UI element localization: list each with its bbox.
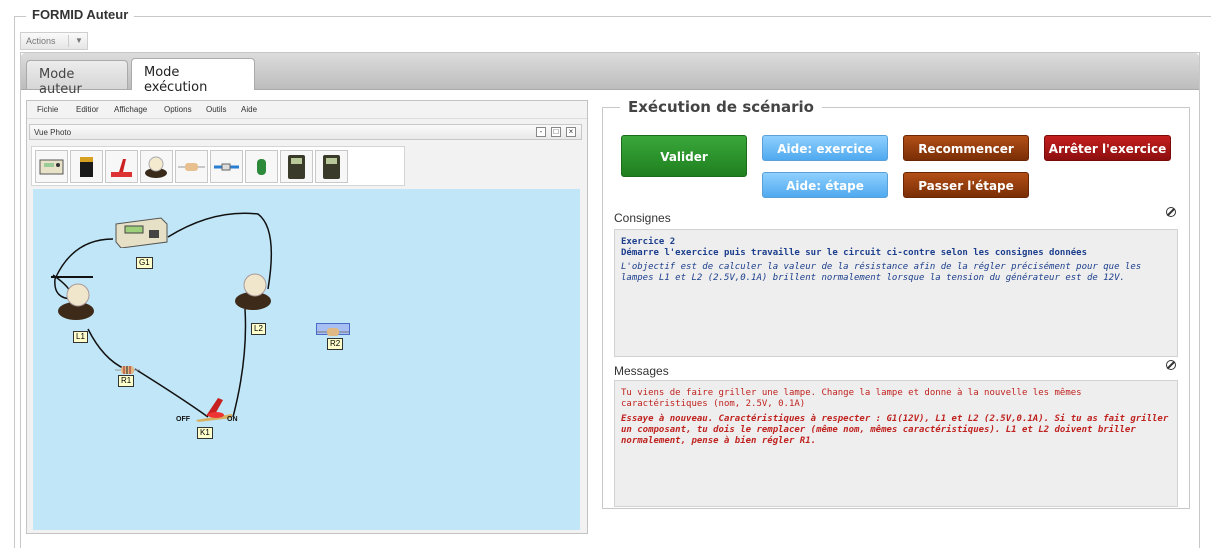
- switch-off-label: OFF: [176, 416, 190, 423]
- consignes-label: Consignes: [614, 211, 671, 225]
- palette-multimeter[interactable]: [280, 150, 313, 183]
- palette-resistor[interactable]: [175, 150, 208, 183]
- valider-button[interactable]: Valider: [621, 135, 747, 177]
- resistor-icon: [115, 366, 140, 374]
- consignes-body: L'objectif est de calculer la valeur de …: [621, 262, 1142, 283]
- chevron-down-icon: ▼: [75, 36, 83, 45]
- switch-on-label: ON: [227, 416, 238, 423]
- palette-lamp[interactable]: [140, 150, 173, 183]
- clear-icon[interactable]: [1166, 207, 1176, 217]
- message-line: Tu viens de faire griller une lampe. Cha…: [621, 388, 1082, 409]
- circuit-canvas[interactable]: G1 L1 L2 R1 R2 OFF ON K1: [33, 189, 580, 530]
- messages-box: Tu viens de faire griller une lampe. Cha…: [614, 380, 1178, 507]
- view-header: Vue Photo - □ ×: [29, 124, 582, 140]
- minimize-icon[interactable]: -: [536, 127, 546, 137]
- label-r2: R2: [327, 338, 344, 350]
- consignes-subtitle: Démarre l'exercice puis travaille sur le…: [621, 248, 1087, 258]
- app-title: FORMID Auteur: [26, 7, 135, 22]
- menu-fichier[interactable]: Fichie: [37, 105, 58, 114]
- recommencer-button[interactable]: Recommencer: [903, 135, 1029, 161]
- menu-editior[interactable]: Editior: [76, 105, 99, 114]
- actions-dropdown[interactable]: Actions ▼: [20, 32, 88, 50]
- generator-icon: [115, 217, 168, 249]
- menu-outils[interactable]: Outils: [206, 105, 226, 114]
- switch-icon: [111, 159, 132, 177]
- generator-g1[interactable]: [113, 216, 168, 249]
- lamp-l2[interactable]: [233, 271, 273, 313]
- resistor-r1[interactable]: [115, 362, 140, 374]
- outer-frame-border: [14, 16, 1211, 17]
- battery-icon: [80, 157, 93, 177]
- palette-connector[interactable]: [210, 150, 243, 183]
- palette-diode[interactable]: [245, 150, 278, 183]
- label-g1: G1: [136, 257, 153, 269]
- view-title: Vue Photo: [34, 128, 72, 137]
- connector-icon: [214, 163, 239, 171]
- outer-frame-border-left: [14, 16, 15, 548]
- multimeter-icon: [288, 155, 305, 179]
- menu-affichage[interactable]: Affichage: [114, 105, 147, 114]
- lamp-icon: [235, 273, 271, 310]
- lamp-l1[interactable]: [56, 281, 96, 321]
- message-line: Essaye à nouveau. Caractéristiques à res…: [621, 414, 1169, 446]
- ammeter-icon: [323, 155, 340, 179]
- actions-label: Actions: [26, 36, 56, 46]
- menu-options[interactable]: Options: [164, 105, 192, 114]
- label-k1: K1: [197, 427, 213, 439]
- editor-menubar: Fichie Editior Affichage Options Outils …: [27, 101, 587, 119]
- messages-label: Messages: [614, 364, 669, 378]
- palette-switch[interactable]: [105, 150, 138, 183]
- passer-etape-button[interactable]: Passer l'étape: [903, 172, 1029, 198]
- lamp-icon: [58, 283, 94, 320]
- resistor-r2[interactable]: [316, 323, 350, 336]
- palette-ammeter[interactable]: [315, 150, 348, 183]
- clear-icon[interactable]: [1166, 360, 1176, 370]
- aide-exercice-button[interactable]: Aide: exercice: [762, 135, 888, 161]
- generator-icon: [39, 159, 64, 175]
- tab-mode-auteur[interactable]: Mode auteur: [26, 60, 128, 97]
- execution-title: Exécution de scénario: [620, 98, 822, 116]
- lamp-icon: [145, 156, 167, 178]
- label-l1: L1: [73, 331, 88, 343]
- consignes-title: Exercice 2: [621, 237, 676, 247]
- divider: [68, 35, 69, 47]
- palette-battery[interactable]: [70, 150, 103, 183]
- resistor-icon: [178, 163, 205, 171]
- palette-generator[interactable]: [35, 150, 68, 183]
- diode-icon: [257, 159, 266, 175]
- label-r1: R1: [118, 375, 135, 387]
- close-icon[interactable]: ×: [566, 127, 576, 137]
- label-l2: L2: [251, 323, 266, 335]
- maximize-icon[interactable]: □: [551, 127, 561, 137]
- tab-mode-execution[interactable]: Mode exécution: [131, 58, 255, 95]
- menu-aide[interactable]: Aide: [241, 105, 257, 114]
- consignes-box: Exercice 2 Démarre l'exercice puis trava…: [614, 229, 1178, 357]
- resistor-icon: [317, 328, 349, 336]
- arreter-exercice-button[interactable]: Arrêter l'exercice: [1044, 135, 1171, 161]
- aide-etape-button[interactable]: Aide: étape: [762, 172, 888, 198]
- component-palette: [31, 146, 405, 186]
